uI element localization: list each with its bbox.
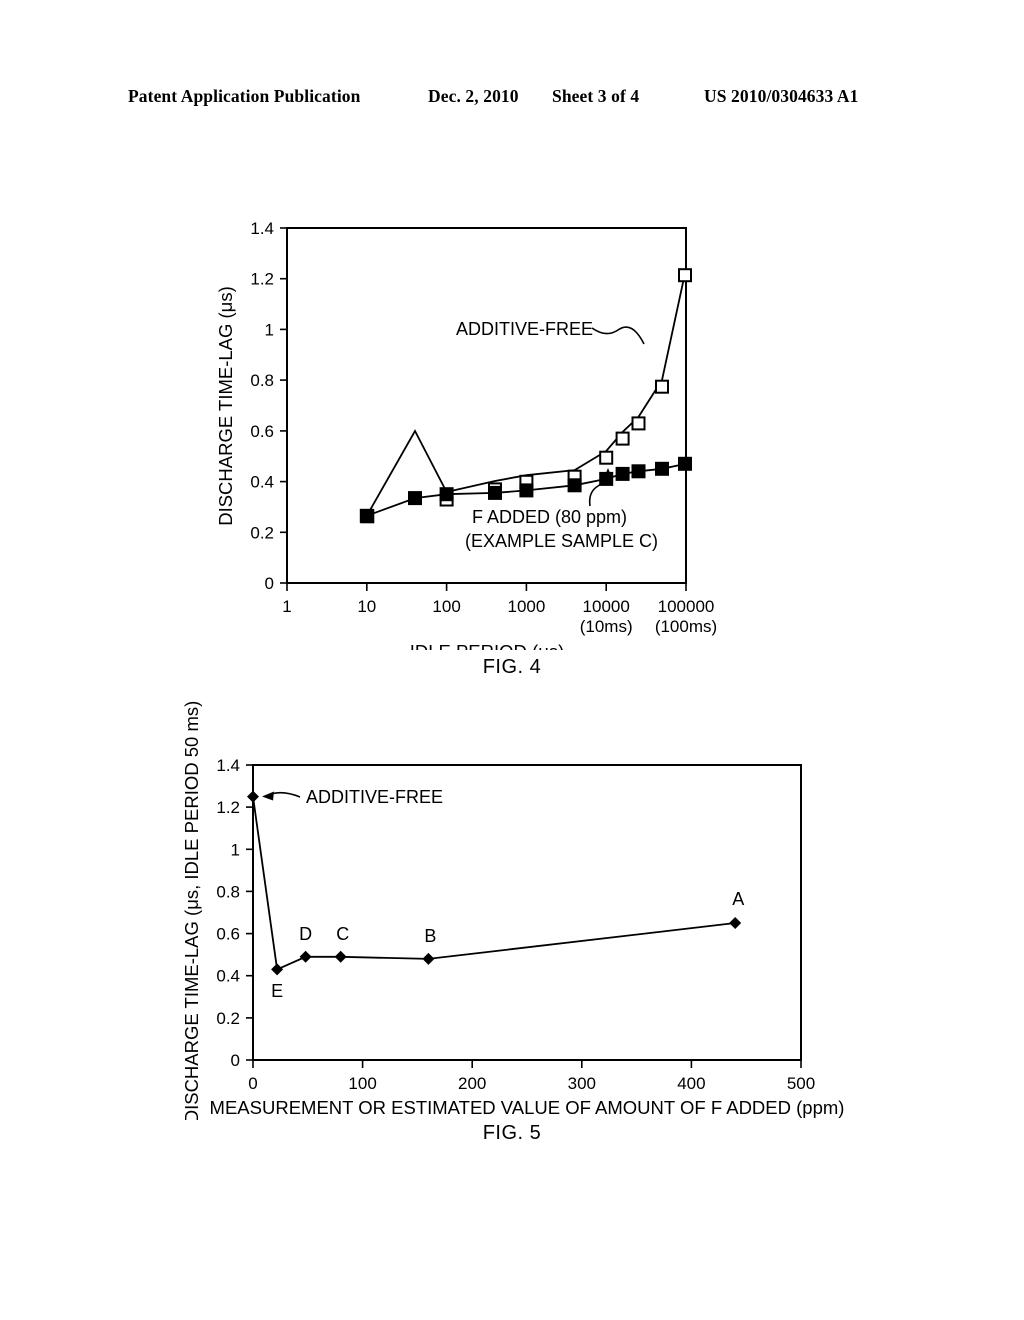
page-header: Patent Application Publication Dec. 2, 2…	[0, 86, 1024, 116]
fig4-ytick-0: 0	[265, 574, 274, 593]
fig4-xtick-10000: 10000	[583, 597, 630, 616]
fig5-point-label-e: E	[271, 981, 283, 1001]
figure-4-caption: FIG. 4	[482, 656, 542, 678]
fig4-ytick-02: 0.2	[250, 523, 274, 542]
fig5-ytick-04: 0.4	[216, 967, 240, 986]
fig5-xtick-100: 100	[348, 1074, 376, 1093]
header-sheet-number: Sheet 3 of 4	[552, 86, 640, 106]
fig4-x-axis-ticks	[286, 583, 687, 591]
fig5-ytick-14: 1.4	[216, 756, 240, 775]
figure-4-plot: 0 0.2 0.4 0.6 0.8 1 1.2 1.4 1 10 100 100…	[0, 180, 1024, 662]
fig4-xtick-100: 100	[432, 597, 460, 616]
fig4-xtick-1: 1	[282, 597, 291, 616]
fig4-x-axis-title: IDLE PERIOD (μs)	[410, 641, 565, 650]
fig5-xtick-0: 0	[248, 1074, 257, 1093]
fig5-ytick-06: 0.6	[216, 925, 240, 944]
fig4-annotation-f-added: F ADDED (80 ppm)	[472, 507, 627, 527]
fig5-xtick-400: 400	[677, 1074, 705, 1093]
fig4-xtick-10: 10	[357, 597, 376, 616]
fig4-ytick-1: 1	[265, 320, 274, 339]
fig4-y-axis-title: DISCHARGE TIME-LAG (μs)	[215, 286, 236, 526]
fig5-annotation-additive-free: ADDITIVE-FREE	[306, 787, 443, 807]
fig4-xtick-10000-sub: (10ms)	[580, 617, 633, 636]
figure-5-svg: 0 0.2 0.4 0.6 0.8 1 1.2 1.4 0 100 200 30…	[181, 701, 845, 1124]
fig5-y-axis-title: DISCHARGE TIME-LAG (μs, IDLE PERIOD 50 m…	[181, 701, 202, 1120]
fig5-point-label-d: D	[299, 924, 312, 944]
fig4-ytick-08: 0.8	[250, 371, 274, 390]
fig4-y-axis-labels: 0 0.2 0.4 0.6 0.8 1 1.2 1.4	[250, 219, 274, 593]
figure-4-svg: 0 0.2 0.4 0.6 0.8 1 1.2 1.4 1 10 100 100…	[215, 219, 717, 662]
fig4-xtick-100000: 100000	[658, 597, 715, 616]
figure-5: 0 0.2 0.4 0.6 0.8 1 1.2 1.4 0 100 200 30…	[0, 690, 1024, 1180]
fig5-ytick-08: 0.8	[216, 882, 240, 901]
fig4-y-axis-ticks	[280, 227, 287, 584]
fig5-y-axis-labels: 0 0.2 0.4 0.6 0.8 1 1.2 1.4	[216, 756, 240, 1070]
fig4-xtick-100000-sub: (100ms)	[655, 617, 717, 636]
fig5-ytick-0: 0	[231, 1051, 240, 1070]
fig4-xtick-1000: 1000	[507, 597, 545, 616]
fig5-x-axis-title: MEASUREMENT OR ESTIMATED VALUE OF AMOUNT…	[210, 1097, 845, 1118]
fig5-ytick-02: 0.2	[216, 1009, 240, 1028]
fig4-ytick-12: 1.2	[250, 270, 274, 289]
fig5-plot-frame	[252, 764, 802, 1061]
fig4-plot-frame	[286, 227, 687, 584]
fig4-annotation-additive-free: ADDITIVE-FREE	[456, 319, 593, 339]
fig5-xtick-200: 200	[458, 1074, 486, 1093]
fig4-ytick-14: 1.4	[250, 219, 274, 238]
fig4-ytick-06: 0.6	[250, 422, 274, 441]
header-publication-date: Dec. 2, 2010	[428, 86, 519, 106]
fig5-point-label-b: B	[424, 926, 436, 946]
fig5-x-axis-labels: 0 100 200 300 400 500	[248, 1074, 815, 1093]
fig4-ytick-04: 0.4	[250, 473, 274, 492]
fig5-x-axis-ticks	[252, 1060, 802, 1068]
figure-4: 0 0.2 0.4 0.6 0.8 1 1.2 1.4 1 10 100 100…	[0, 180, 1024, 690]
header-patent-number: US 2010/0304633 A1	[704, 86, 859, 106]
fig5-y-axis-ticks	[246, 764, 253, 1061]
fig4-annotation-example-sample: (EXAMPLE SAMPLE C)	[465, 531, 658, 551]
header-publication-title: Patent Application Publication	[128, 86, 361, 106]
fig5-xtick-500: 500	[787, 1074, 815, 1093]
fig5-point-label-a: A	[732, 889, 744, 909]
fig5-point-label-c: C	[336, 924, 349, 944]
fig5-ytick-12: 1.2	[216, 798, 240, 817]
figure-5-caption: FIG. 5	[482, 1122, 542, 1144]
fig4-x-axis-labels: 1 10 100 1000 10000 100000 (10ms) (100ms…	[282, 597, 717, 636]
fig5-xtick-300: 300	[568, 1074, 596, 1093]
fig5-ytick-1: 1	[231, 840, 240, 859]
figure-5-plot: 0 0.2 0.4 0.6 0.8 1 1.2 1.4 0 100 200 30…	[0, 690, 1024, 1125]
